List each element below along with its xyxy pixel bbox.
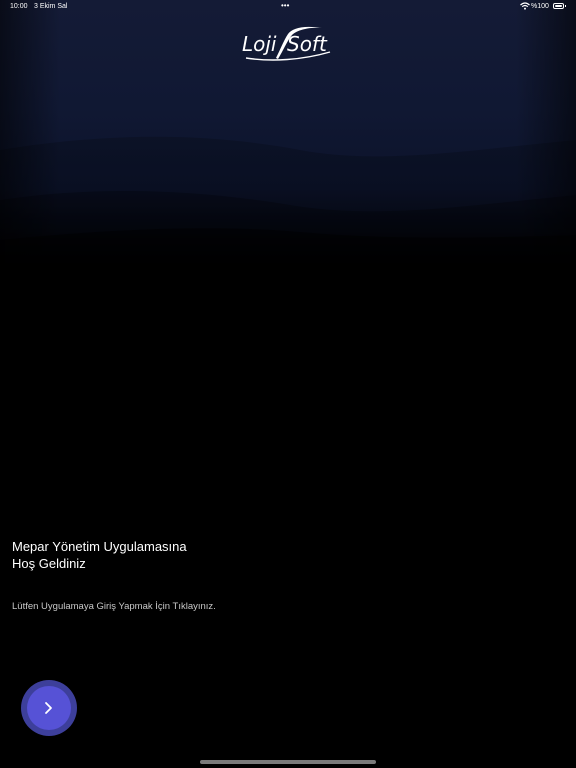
battery-icon (553, 3, 566, 9)
status-date: 3 Ekim Sal (34, 3, 68, 10)
home-indicator[interactable] (200, 760, 376, 764)
next-button[interactable] (21, 680, 77, 736)
multitasking-dots-icon[interactable]: ••• (281, 1, 289, 10)
welcome-title-line-1: Mepar Yönetim Uygulamasına (12, 539, 187, 554)
welcome-title: Mepar Yönetim Uygulamasına Hoş Geldiniz (12, 538, 312, 572)
welcome-subtitle: Lütfen Uygulamaya Giriş Yapmak İçin Tıkl… (12, 601, 216, 612)
wifi-icon (520, 2, 530, 10)
chevron-right-icon (45, 702, 52, 714)
welcome-title-line-2: Hoş Geldiniz (12, 556, 86, 571)
lojisoft-logo: Loji Soft (242, 26, 338, 62)
battery-percentage: %100 (531, 3, 549, 10)
logo-text-right: Soft (287, 32, 327, 56)
status-bar: 10:00 3 Ekim Sal ••• %100 (0, 0, 576, 14)
app-screen: 10:00 3 Ekim Sal ••• %100 Loji Soft Mepa… (0, 0, 576, 768)
status-time: 10:00 (10, 3, 28, 10)
